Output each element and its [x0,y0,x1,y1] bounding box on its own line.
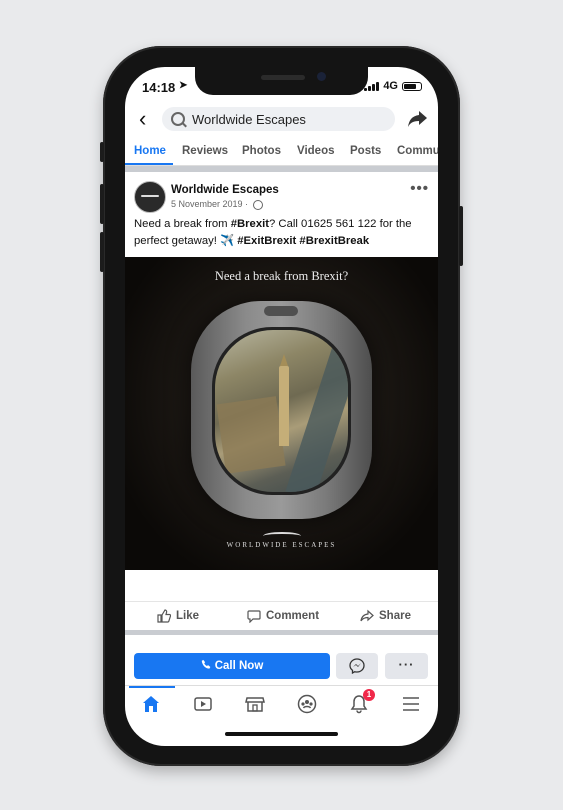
status-time: 14:18 [142,80,176,95]
watch-video-icon[interactable] [193,694,213,714]
share-button[interactable]: Share [360,609,411,623]
tab-posts[interactable]: Posts [350,145,381,157]
search-icon [171,112,185,126]
share-arrow-icon[interactable] [406,108,428,130]
more-options-button[interactable]: ··· [385,653,428,679]
notifications-button[interactable]: 1 [349,689,375,714]
like-label: Like [176,610,200,622]
post-image[interactable]: Need a break from Brexit? WORLDWIDE ESCA… [125,257,438,570]
airplane-window-graphic [191,301,372,519]
home-icon[interactable] [141,694,161,714]
notification-badge: 1 [363,689,375,701]
home-indicator [225,732,338,736]
tab-videos[interactable]: Videos [297,145,335,157]
screen: 14:18 ➤ 4G ‹ Worldwide Escapes Home Revi… [125,67,438,746]
share-label: Share [379,610,411,622]
page-tabs: Home Reviews Photos Videos Posts Commu [125,139,438,166]
signal-icon [364,81,380,91]
battery-icon [402,81,422,91]
hashtag-brexit[interactable]: #Brexit [231,218,269,230]
comment-icon [247,610,261,623]
messenger-icon [349,658,365,674]
page-avatar[interactable] [134,181,166,213]
thumbs-up-icon [157,609,171,623]
post-date[interactable]: 5 November 2019 · [171,199,263,210]
post-text: Need a break from #Brexit? Call 01625 56… [134,216,429,250]
post-actions: Like Comment Share [125,601,438,628]
tab-reviews[interactable]: Reviews [182,145,228,157]
hashtag-exitbrexit[interactable]: #ExitBrexit [237,235,296,247]
location-arrow-icon: ➤ [179,80,188,91]
call-now-button[interactable]: Call Now [134,653,330,679]
bottom-nav: 1 [125,685,438,726]
post-date-text: 5 November 2019 · [171,199,249,209]
search-text: Worldwide Escapes [192,112,306,127]
post-author[interactable]: Worldwide Escapes [171,184,279,196]
logo-swoosh [263,532,301,540]
status-bar: 14:18 ➤ 4G [125,80,438,98]
groups-icon[interactable] [297,694,317,714]
call-now-label: Call Now [214,660,264,672]
active-tab-indicator [125,163,173,165]
globe-icon [252,199,263,210]
section-divider [125,630,438,635]
search-field[interactable]: Worldwide Escapes [162,107,395,131]
post-text-part: Need a break from [134,218,231,230]
comment-label: Comment [266,610,320,622]
share-icon [360,609,374,622]
back-arrow-icon[interactable]: ‹ [139,108,146,130]
comment-button[interactable]: Comment [247,609,319,623]
messenger-button[interactable] [336,653,378,679]
hashtag-brexitbreak[interactable]: #BrexitBreak [299,235,369,247]
section-divider [125,166,438,172]
tab-community[interactable]: Commu [397,145,438,157]
phone-icon [201,659,211,669]
network-type: 4G [383,80,398,92]
image-logo-text: WORLDWIDE ESCAPES [226,541,337,549]
top-bar: ‹ Worldwide Escapes [125,105,438,133]
active-nav-indicator [129,686,175,688]
tab-photos[interactable]: Photos [242,145,281,157]
like-button[interactable]: Like [157,609,199,623]
post-more-icon[interactable]: ••• [410,180,429,197]
image-headline: Need a break from Brexit? [214,269,349,283]
marketplace-icon[interactable] [245,694,265,714]
tab-home[interactable]: Home [134,145,166,157]
menu-icon[interactable] [401,694,421,714]
